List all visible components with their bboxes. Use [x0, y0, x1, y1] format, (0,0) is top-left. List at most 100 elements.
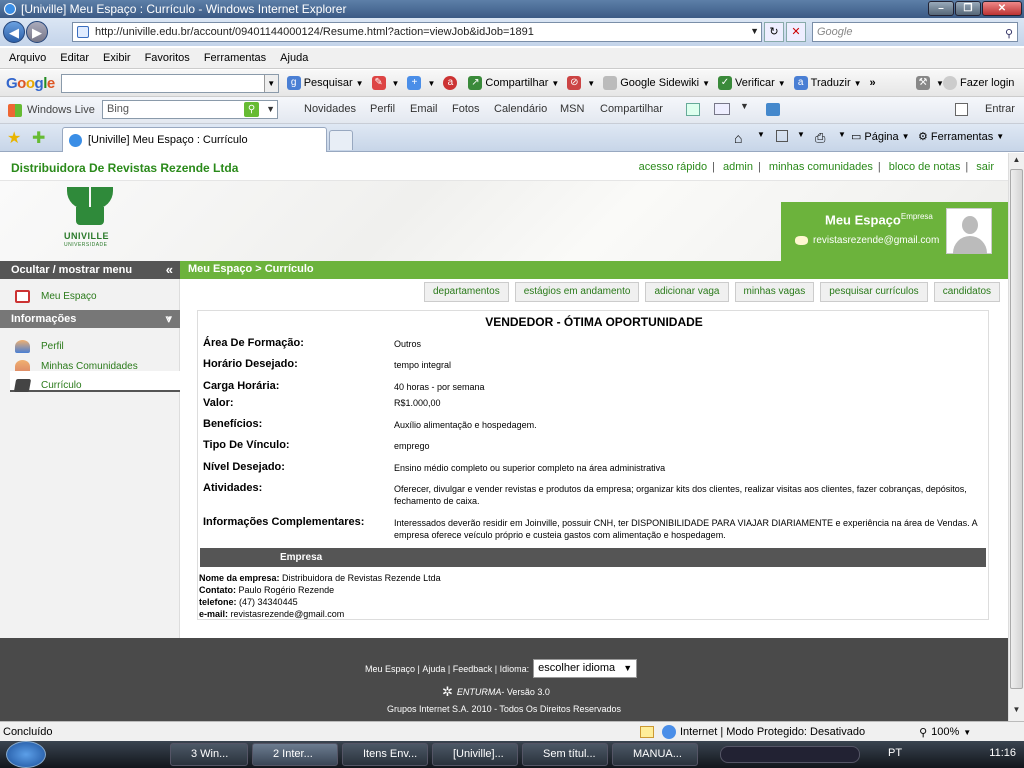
window-icon[interactable] — [714, 103, 730, 115]
link-admin[interactable]: admin — [723, 161, 753, 173]
search-go-icon[interactable]: ⚲ — [244, 102, 259, 117]
menu-ferramentas[interactable]: Ferramentas — [197, 52, 273, 64]
favorites-star-icon[interactable]: ★ — [7, 128, 21, 148]
new-tab-button[interactable] — [329, 130, 353, 150]
tab-minhas-vagas[interactable]: minhas vagas — [734, 282, 815, 302]
security-zone[interactable]: Internet | Modo Protegido: Desativado — [680, 726, 865, 738]
task-ie[interactable]: 2 Inter... — [252, 743, 338, 766]
clock[interactable]: 11:16 — [989, 747, 1016, 759]
protected-mode-icon[interactable] — [640, 726, 654, 738]
add-button[interactable]: + ▼ — [407, 76, 435, 90]
scroll-up-icon[interactable]: ▲ — [1009, 155, 1024, 169]
zoom-level[interactable]: 100% — [931, 726, 959, 738]
vertical-scrollbar[interactable]: ▲ ▼ — [1008, 153, 1024, 721]
popup-blocker-button[interactable]: ⊘ ▼ — [567, 76, 595, 90]
back-button[interactable]: ◀ — [3, 21, 25, 43]
bing-search-input[interactable]: Bing ⚲ ▼ — [102, 100, 278, 119]
wrench-button[interactable]: ⚒ ▼ — [916, 76, 944, 90]
close-window-button[interactable]: ✕ — [982, 1, 1022, 16]
restore-button[interactable]: ❐ — [955, 1, 981, 16]
sidebar-item-curriculo[interactable]: Currículo — [13, 379, 82, 392]
univille-logo[interactable]: UNIVILLE UNIVERSIDADE — [64, 187, 116, 251]
footer-link-ajuda[interactable]: Ajuda — [422, 664, 445, 674]
link-acesso-rapido[interactable]: acesso rápido — [639, 161, 708, 173]
link-perfil[interactable]: Perfil — [370, 103, 395, 115]
menu-editar[interactable]: Editar — [53, 52, 96, 64]
scrollbar-thumb[interactable] — [1010, 169, 1023, 689]
language-select[interactable]: escolher idioma ▼ — [533, 659, 638, 678]
footer-link-meu-espaco[interactable]: Meu Espaço — [365, 664, 415, 674]
media-player-controls[interactable] — [720, 746, 860, 763]
chevron-down-icon[interactable]: ▼ — [263, 74, 278, 92]
link-sair[interactable]: sair — [976, 161, 994, 173]
link-minhas-comunidades[interactable]: minhas comunidades — [769, 161, 873, 173]
compartilhar-button[interactable]: ↗ Compartilhar ▼ — [468, 76, 559, 90]
tab-univille[interactable]: [Univille] Meu Espaço : Currículo — [62, 127, 327, 152]
sidebar-item-perfil[interactable]: Perfil — [15, 340, 64, 353]
link-bloco-de-notas[interactable]: bloco de notas — [889, 161, 961, 173]
messenger-icon[interactable] — [766, 103, 780, 116]
feeds-icon[interactable] — [776, 130, 788, 142]
footer-link-feedback[interactable]: Feedback — [453, 664, 493, 674]
tab-adicionar-vaga[interactable]: adicionar vaga — [645, 282, 729, 302]
chevron-down-icon[interactable]: ▼ — [797, 130, 805, 139]
fazer-login-button[interactable]: Fazer login — [943, 76, 1014, 90]
pesquisar-button[interactable]: g Pesquisar ▼ — [286, 76, 364, 90]
menu-ajuda[interactable]: Ajuda — [273, 52, 315, 64]
google-logo: Google — [6, 74, 55, 92]
tab-pesquisar-curriculos[interactable]: pesquisar currículos — [820, 282, 928, 302]
menu-exibir[interactable]: Exibir — [96, 52, 138, 64]
abc-button[interactable]: a — [443, 76, 460, 90]
chevron-down-icon[interactable]: ▼ — [740, 101, 749, 111]
search-input[interactable]: Google ⚲ — [812, 22, 1018, 42]
forward-button[interactable]: ▶ — [26, 21, 48, 43]
chevron-down-icon[interactable]: ▼ — [963, 728, 971, 737]
breadcrumb[interactable]: Meu Espaço > Currículo — [188, 263, 314, 275]
task-manual[interactable]: MANUA... — [612, 743, 698, 766]
menu-favoritos[interactable]: Favoritos — [138, 52, 197, 64]
minimize-button[interactable]: – — [928, 1, 954, 16]
entrar-link[interactable]: Entrar — [985, 103, 1015, 115]
link-fotos[interactable]: Fotos — [452, 103, 480, 115]
verificar-button[interactable]: ✓ Verificar ▼ — [718, 76, 786, 90]
tab-estagios[interactable]: estágios em andamento — [514, 282, 640, 302]
ferramentas-menu[interactable]: ⚙ Ferramentas ▼ — [918, 130, 1004, 144]
task-explorer[interactable]: 3 Win... — [170, 743, 248, 766]
more-chevron-button[interactable]: » — [870, 77, 876, 89]
google-search-input[interactable]: ▼ — [60, 73, 279, 93]
avatar[interactable] — [946, 208, 992, 254]
traduzir-button[interactable]: a Traduzir ▼ — [793, 76, 862, 90]
chevron-down-icon[interactable]: ▼ — [266, 101, 275, 118]
pagina-menu[interactable]: ▭ Página ▼ — [851, 130, 910, 144]
info-section-header[interactable]: Informações ⩔ — [0, 310, 180, 328]
task-itens-enviados[interactable]: Itens Env... — [342, 743, 428, 766]
link-compartilhar[interactable]: Compartilhar — [600, 103, 663, 115]
link-email[interactable]: Email — [410, 103, 438, 115]
bookmark-button[interactable]: ✎ ▼ — [371, 76, 399, 90]
chevron-down-icon[interactable]: ▼ — [757, 130, 765, 139]
tab-departamentos[interactable]: departamentos — [424, 282, 509, 302]
sidewiki-button[interactable]: Google Sidewiki ▼ — [603, 76, 710, 90]
menu-arquivo[interactable]: Arquivo — [2, 52, 53, 64]
photo-icon[interactable] — [686, 103, 700, 116]
address-bar[interactable]: http://univille.edu.br/account/094011440… — [72, 22, 762, 42]
add-favorites-icon[interactable]: ✚ — [32, 128, 45, 148]
chevron-down-icon[interactable]: ▼ — [838, 130, 846, 139]
task-univille[interactable]: [Univille]... — [432, 743, 518, 766]
refresh-button[interactable]: ↻ — [764, 22, 784, 42]
scroll-down-icon[interactable]: ▼ — [1009, 705, 1024, 719]
task-sem-titulo[interactable]: Sem títul... — [522, 743, 608, 766]
home-icon[interactable]: ⌂ — [734, 130, 742, 146]
print-icon[interactable]: ⎙ — [815, 130, 825, 146]
search-icon[interactable]: ⚲ — [1005, 25, 1013, 43]
chevron-down-icon[interactable]: ▼ — [750, 26, 759, 36]
link-msn[interactable]: MSN — [560, 103, 584, 115]
toggle-menu-button[interactable]: Ocultar / mostrar menu « — [0, 261, 180, 279]
link-calendario[interactable]: Calendário — [494, 103, 547, 115]
sidebar-item-meu-espaco[interactable]: Meu Espaço — [15, 290, 97, 303]
stop-button[interactable]: ✕ — [786, 22, 806, 42]
start-button[interactable] — [6, 741, 46, 768]
tab-candidatos[interactable]: candidatos — [933, 282, 1001, 302]
language-indicator[interactable]: PT — [888, 747, 902, 759]
link-novidades[interactable]: Novidades — [304, 103, 356, 115]
